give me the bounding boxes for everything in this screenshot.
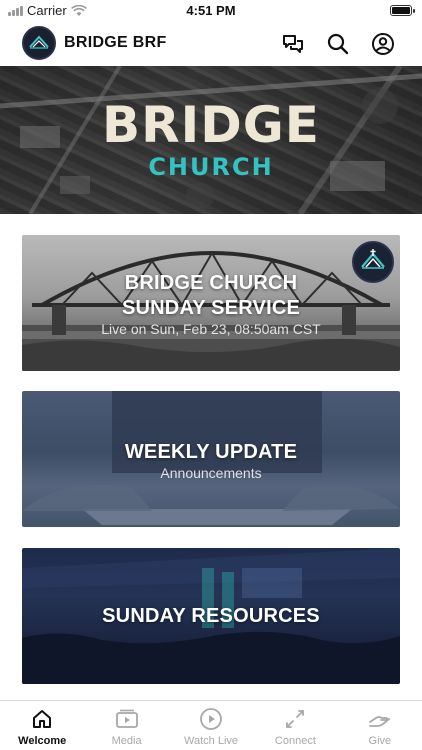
- tab-label: Watch Live: [184, 735, 239, 747]
- tab-label: Connect: [274, 735, 316, 747]
- hero-banner: BRIDGE CHURCH: [0, 66, 422, 214]
- tab-label: Media: [111, 735, 142, 747]
- church-logo-icon: [25, 29, 53, 57]
- app-header: BRIDGE BRF: [0, 22, 422, 66]
- tab-connect[interactable]: Connect: [253, 701, 337, 750]
- media-icon: [115, 709, 138, 728]
- status-time: 4:51 PM: [186, 3, 236, 18]
- search-icon: [327, 33, 349, 55]
- card-title: SUNDAY SERVICE: [121, 297, 301, 319]
- hero-subtitle: CHURCH: [148, 153, 274, 181]
- tab-watch-live[interactable]: Watch Live: [169, 701, 253, 750]
- give-icon: [368, 716, 390, 727]
- account-button[interactable]: [370, 31, 396, 57]
- status-bar: Carrier 4:51 PM: [0, 0, 422, 22]
- card-title: BRIDGE CHURCH: [124, 272, 298, 294]
- tab-welcome[interactable]: Welcome: [0, 701, 84, 750]
- home-icon: [33, 710, 52, 728]
- chat-button[interactable]: [280, 31, 306, 57]
- app-title: BRIDGE BRF: [64, 34, 167, 51]
- chat-icon: [283, 35, 303, 53]
- tab-label: Give: [368, 735, 392, 747]
- app-logo: [22, 26, 56, 60]
- hero-title: BRIDGE: [102, 96, 320, 154]
- bottom-tab-bar: Welcome Media Watch Live Connect Give: [0, 700, 422, 750]
- card-title: WEEKLY UPDATE: [124, 441, 298, 463]
- card-title: SUNDAY RESOURCES: [102, 605, 320, 627]
- account-icon: [372, 33, 394, 55]
- play-icon: [200, 708, 222, 730]
- tab-give[interactable]: Give: [338, 701, 422, 750]
- tab-label: Welcome: [18, 735, 67, 747]
- tab-media[interactable]: Media: [84, 701, 168, 750]
- weekly-update-card[interactable]: WEEKLY UPDATE Announcements: [22, 391, 400, 527]
- connect-icon: [286, 710, 305, 728]
- sunday-resources-card[interactable]: SUNDAY RESOURCES: [22, 548, 400, 684]
- search-button[interactable]: [325, 31, 351, 57]
- card-subtitle: Announcements: [160, 465, 262, 481]
- sunday-service-card[interactable]: BRIDGE CHURCH SUNDAY SERVICE Live on Sun…: [22, 235, 400, 371]
- battery-icon: [390, 5, 415, 16]
- card-subtitle: Live on Sun, Feb 23, 08:50am CST: [101, 321, 321, 337]
